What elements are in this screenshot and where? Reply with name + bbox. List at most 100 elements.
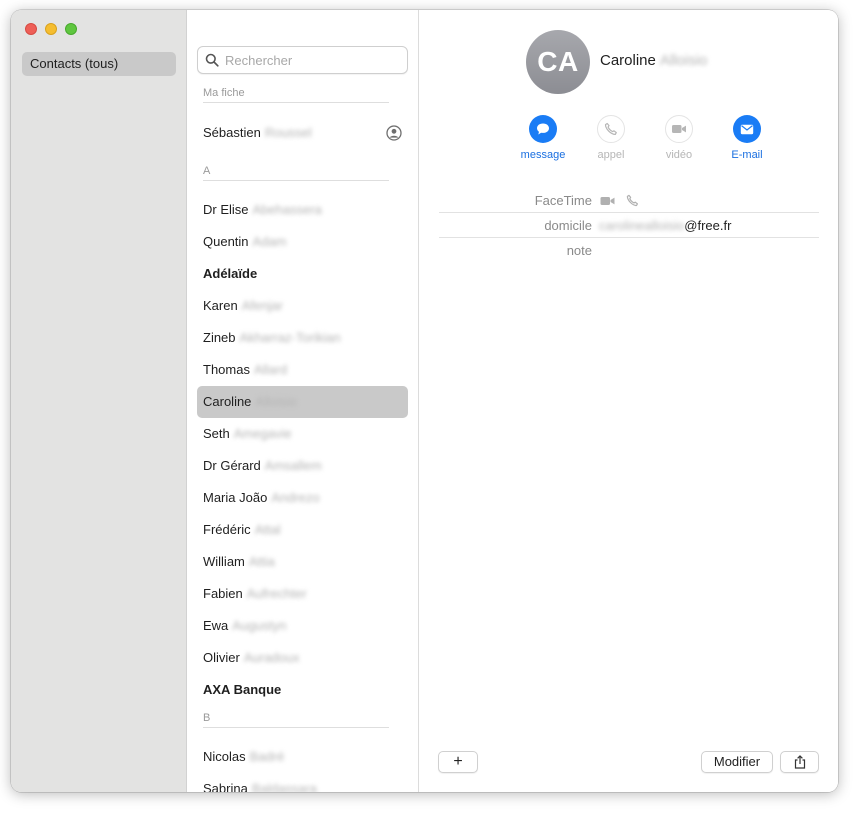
section-header-a: A — [203, 165, 389, 181]
close-window-button[interactable] — [25, 23, 37, 35]
contact-last-name: Roussel — [264, 125, 312, 140]
contact-first-name: Caroline — [203, 394, 252, 409]
contact-last-name: Afenjar — [241, 298, 283, 313]
video-camera-icon[interactable] — [599, 195, 616, 207]
video-camera-icon — [665, 115, 693, 143]
contact-last-name: Akharraz-Torikian — [239, 330, 341, 345]
contact-first-name: Zineb — [203, 330, 236, 345]
contact-list-item[interactable]: Thomas Allard — [197, 354, 408, 386]
contact-list-item[interactable]: Nicolas Badré — [197, 741, 408, 773]
contact-first-name: Fabien — [203, 586, 243, 601]
contact-first-name: Caroline — [600, 52, 656, 69]
contact-list-item[interactable]: Fabien Aufrechter — [197, 578, 408, 610]
contact-list-item[interactable]: Ewa Augustyn — [197, 610, 408, 642]
contact-first-name: AXA Banque — [203, 682, 282, 697]
email-action-label: E-mail — [731, 149, 763, 161]
contact-first-name: Ewa — [203, 618, 229, 633]
contact-first-name: Dr Elise — [203, 202, 249, 217]
contact-list: Ma fiche SébastienRoussel A Dr EliseAbeha… — [187, 10, 419, 792]
contact-last-name: Alloisio — [255, 394, 297, 409]
minimize-window-button[interactable] — [45, 23, 57, 35]
contact-last-name: Alloisio — [659, 52, 708, 69]
note-field: note — [439, 238, 819, 263]
contact-list-item[interactable]: Karen Afenjar — [197, 290, 408, 322]
email-user-part: carolinealloisio — [599, 218, 685, 233]
email-action-button[interactable]: E-mail — [713, 115, 781, 161]
contact-first-name: Olivier — [203, 650, 240, 665]
contact-last-name: Badré — [249, 749, 285, 764]
contact-actions: message appel vidéo E-mail — [509, 115, 781, 161]
contact-last-name: Aufrechter — [246, 586, 307, 601]
note-label: note — [566, 243, 592, 258]
my-card-person-icon — [386, 125, 402, 141]
facetime-label: FaceTime — [534, 193, 592, 208]
message-action-button[interactable]: message — [509, 115, 577, 161]
contact-first-name: William — [203, 554, 245, 569]
contact-list-item[interactable]: Dr Gérard Amsallem — [197, 450, 408, 482]
contact-first-name: Frédéric — [203, 522, 251, 537]
contact-list-item[interactable]: AXA Banque — [197, 674, 408, 706]
contact-last-name: Attia — [248, 554, 275, 569]
share-icon — [794, 755, 805, 769]
contact-first-name: Dr Gérard — [203, 458, 261, 473]
contact-last-name: Amsallem — [264, 458, 322, 473]
email-domain: @free.fr — [684, 218, 732, 233]
message-action-label: message — [520, 149, 566, 161]
contact-first-name: Quentin — [203, 234, 249, 249]
video-action-label: vidéo — [665, 149, 693, 161]
section-header-my-card: Ma fiche — [203, 87, 389, 103]
add-button[interactable]: + — [438, 751, 478, 773]
contact-list-item[interactable]: Dr Elise Abehassera — [197, 194, 408, 226]
contact-last-name: Augustyn — [232, 618, 287, 633]
contact-list-item[interactable]: Olivier Auradoux — [197, 642, 408, 674]
sidebar-item-all-contacts[interactable]: Contacts (tous) — [22, 52, 176, 76]
contact-first-name: Adélaïde — [203, 266, 258, 281]
call-action-label: appel — [597, 149, 625, 161]
contact-last-name: Auradoux — [243, 650, 300, 665]
zoom-window-button[interactable] — [65, 23, 77, 35]
contact-last-name: Attal — [254, 522, 281, 537]
contact-first-name: Nicolas — [203, 749, 246, 764]
my-card-contact[interactable]: Sébastien Roussel — [197, 117, 408, 149]
contact-list-item[interactable]: Zineb Akharraz-Torikian — [197, 322, 408, 354]
window-controls — [25, 23, 77, 35]
phone-icon[interactable] — [626, 194, 639, 207]
contact-list-item[interactable]: Quentin Adam — [197, 226, 408, 258]
facetime-icons — [599, 194, 639, 210]
contact-list-item[interactable]: Seth Amegavie — [197, 418, 408, 450]
video-action-button[interactable]: vidéo — [645, 115, 713, 161]
search-icon — [205, 53, 219, 67]
contact-last-name: Baldassara — [251, 781, 317, 792]
avatar: CA — [526, 30, 590, 94]
contact-last-name: Allard — [253, 362, 288, 377]
envelope-icon — [733, 115, 761, 143]
contact-name: Caroline Alloisio — [600, 52, 707, 69]
contact-list-item[interactable]: Sabrina Baldassara — [197, 773, 408, 792]
contact-last-name: Andrezo — [271, 490, 320, 505]
contact-detail: CA Caroline Alloisio message appel vidéo… — [419, 10, 838, 792]
contact-first-name: Karen — [203, 298, 238, 313]
contact-list-item[interactable]: Caroline Alloisio — [197, 386, 408, 418]
contact-last-name: Abehassera — [252, 202, 322, 217]
search-field[interactable] — [197, 46, 408, 74]
edit-button[interactable]: Modifier — [701, 751, 773, 773]
search-input[interactable] — [225, 51, 400, 69]
share-button[interactable] — [780, 751, 819, 773]
contact-list-item[interactable]: Frédéric Attal — [197, 514, 408, 546]
contact-first-name: Maria João — [203, 490, 268, 505]
sidebar: Contacts (tous) — [11, 10, 187, 792]
contact-first-name: Seth — [203, 426, 230, 441]
message-bubble-icon — [529, 115, 557, 143]
contact-last-name: Amegavie — [233, 426, 292, 441]
facetime-field: FaceTime — [439, 188, 819, 213]
contacts-window: Contacts (tous) Ma fiche SébastienRousse… — [11, 10, 838, 792]
contact-list-item[interactable]: William Attia — [197, 546, 408, 578]
call-action-button[interactable]: appel — [577, 115, 645, 161]
contact-list-item[interactable]: Adélaïde — [197, 258, 408, 290]
contact-first-name: Sabrina — [203, 781, 248, 792]
contact-first-name: Sébastien — [203, 125, 261, 140]
contact-list-item[interactable]: Maria João Andrezo — [197, 482, 408, 514]
contact-last-name: Adam — [252, 234, 287, 249]
section-header-b: B — [203, 712, 389, 728]
email-home-value[interactable]: carolinealloisio@free.fr — [599, 218, 731, 233]
